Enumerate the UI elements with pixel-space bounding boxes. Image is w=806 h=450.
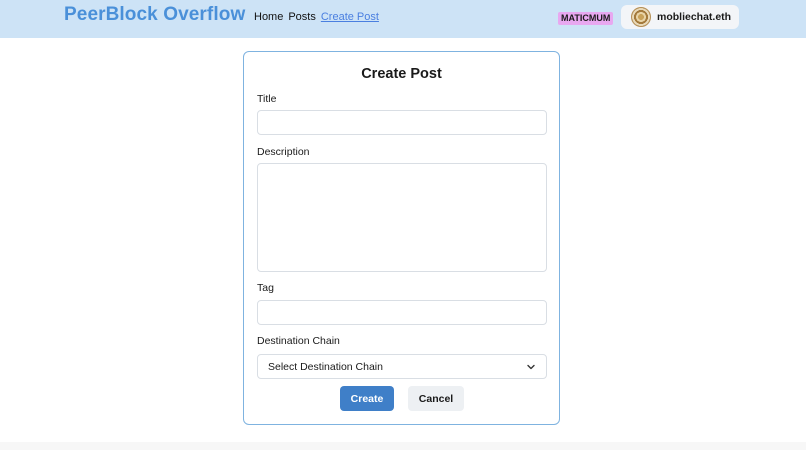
destination-chain-label: Destination Chain bbox=[257, 335, 340, 347]
title-input[interactable] bbox=[257, 110, 547, 135]
title-label: Title bbox=[257, 93, 277, 105]
nav-link-create-post[interactable]: Create Post bbox=[321, 11, 379, 23]
create-post-card: Create Post Title Description Tag Destin… bbox=[243, 51, 560, 425]
tag-label: Tag bbox=[257, 282, 274, 294]
destination-chain-select[interactable]: Select Destination Chain bbox=[257, 354, 547, 379]
page-bottom-strip bbox=[0, 442, 806, 450]
create-button[interactable]: Create bbox=[340, 386, 394, 411]
nav-link-home[interactable]: Home bbox=[254, 11, 283, 23]
cancel-button[interactable]: Cancel bbox=[408, 386, 464, 411]
account-button[interactable]: mobliechat.eth bbox=[621, 5, 739, 29]
page-title: Create Post bbox=[361, 66, 442, 82]
chevron-down-icon bbox=[527, 364, 535, 369]
top-navbar: PeerBlock Overflow Home Posts Create Pos… bbox=[0, 0, 806, 38]
tag-input[interactable] bbox=[257, 300, 547, 325]
avatar-icon bbox=[631, 7, 651, 27]
destination-chain-selected: Select Destination Chain bbox=[268, 360, 383, 373]
description-label: Description bbox=[257, 146, 310, 158]
main-nav: Home Posts Create Post bbox=[254, 11, 379, 23]
description-textarea[interactable] bbox=[257, 163, 547, 272]
account-name: mobliechat.eth bbox=[657, 11, 732, 23]
brand-logo-text[interactable]: PeerBlock Overflow bbox=[64, 4, 245, 26]
nav-link-posts[interactable]: Posts bbox=[288, 11, 316, 23]
network-badge[interactable]: MATICMUM bbox=[558, 12, 614, 25]
